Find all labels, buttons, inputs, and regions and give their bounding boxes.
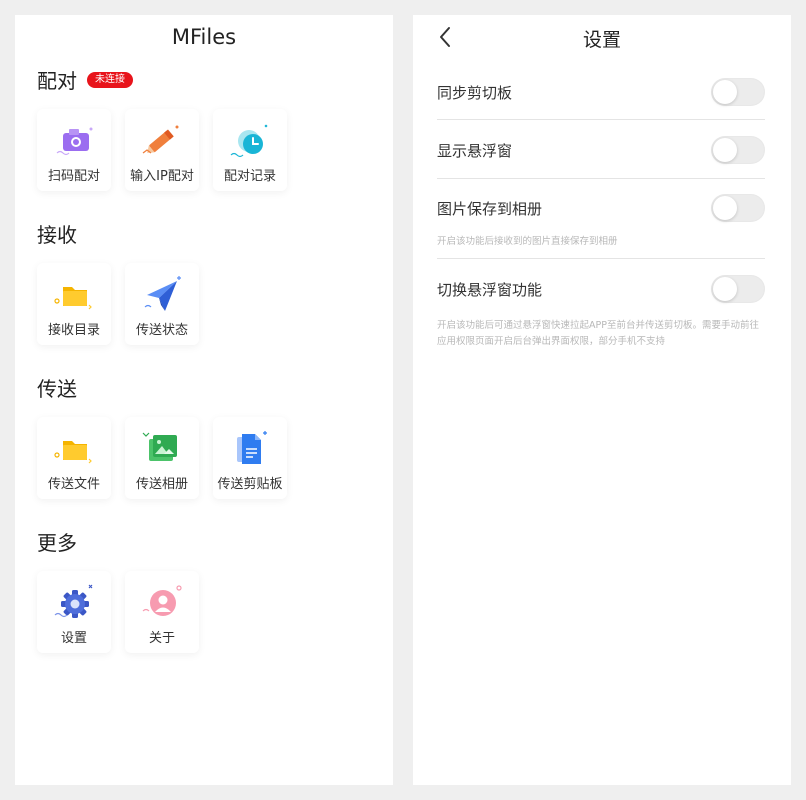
tile-send-album[interactable]: 传送相册 (125, 417, 199, 499)
user-icon (142, 585, 182, 616)
setting-row-save-to-album: 图片保存到相册 (437, 193, 765, 223)
tile-label: 配对记录 (223, 169, 276, 184)
section-more-header: 更多 (37, 527, 77, 556)
toggle-knob (713, 277, 737, 301)
section-title-send: 传送 (37, 377, 77, 401)
save-to-album-toggle[interactable] (711, 194, 765, 222)
tile-send-files[interactable]: 传送文件 (37, 417, 111, 499)
tile-settings[interactable]: 设置 (37, 571, 111, 653)
setting-description: 开启该功能后可通过悬浮窗快速拉起APP至前台并传送剪切板。需要手动前往应用权限页… (437, 320, 759, 347)
setting-row-switch-floating-window: 切换悬浮窗功能 (437, 274, 765, 304)
setting-label: 同步剪切板 (437, 84, 513, 102)
setting-label: 切换悬浮窗功能 (437, 281, 543, 299)
setting-description: 开启该功能后接收到的图片直接保存到相册 (437, 236, 618, 247)
section-pairing-header: 配对 未连接 (37, 65, 133, 94)
toggle-knob (713, 196, 737, 220)
divider (437, 258, 765, 259)
tile-transfer-status[interactable]: 传送状态 (125, 263, 199, 345)
tile-send-clipboard[interactable]: 传送剪贴板 (213, 417, 287, 499)
tile-label: 关于 (148, 631, 175, 646)
tile-label: 设置 (60, 631, 87, 646)
setting-label: 显示悬浮窗 (437, 142, 513, 160)
tile-label: 传送文件 (47, 477, 100, 492)
scan-camera-icon (56, 127, 93, 156)
tile-pairing-records[interactable]: 配对记录 (213, 109, 287, 191)
tile-label: 输入IP配对 (130, 169, 194, 184)
image-icon (142, 432, 177, 461)
toggle-knob (713, 80, 737, 104)
tile-ip-pairing[interactable]: 输入IP配对 (125, 109, 199, 191)
setting-row-floating-window: 显示悬浮窗 (437, 135, 765, 165)
divider (437, 178, 765, 179)
folder-icon (54, 441, 92, 464)
section-receive-header: 接收 (37, 219, 77, 248)
section-title-pairing: 配对 (37, 69, 77, 93)
setting-row-sync-clipboard: 同步剪切板 (437, 77, 765, 107)
section-title-receive: 接收 (37, 223, 77, 247)
app-title: MFiles (171, 25, 237, 49)
folder-icon (54, 287, 92, 310)
section-send-header: 传送 (37, 373, 77, 402)
floating-window-toggle[interactable] (711, 136, 765, 164)
toggle-knob (713, 138, 737, 162)
gear-icon (54, 584, 93, 618)
section-title-more: 更多 (37, 531, 77, 555)
sync-clipboard-toggle[interactable] (711, 78, 765, 106)
divider (437, 119, 765, 120)
settings-screen: 设置 同步剪切板 显示悬浮窗 图片保存到相册 开启该功能后接收到的图片直接保存到… (413, 15, 791, 785)
tile-label: 接收目录 (47, 323, 100, 338)
tile-label: 扫码配对 (47, 169, 100, 184)
document-icon (237, 431, 267, 464)
setting-label: 图片保存到相册 (437, 200, 543, 218)
tile-label: 传送状态 (135, 323, 188, 338)
connection-status-badge: 未连接 (87, 71, 133, 88)
clock-icon (230, 124, 268, 158)
home-screen: MFiles 配对 未连接 扫码配对 输入IP配对 配对记录 接收 接收目录 传… (15, 15, 393, 785)
tile-receive-directory[interactable]: 接收目录 (37, 263, 111, 345)
page-title: 设置 (582, 29, 621, 51)
tile-about[interactable]: 关于 (125, 571, 199, 653)
tile-scan-pairing[interactable]: 扫码配对 (37, 109, 111, 191)
switch-floating-window-toggle[interactable] (711, 275, 765, 303)
paper-plane-icon (144, 276, 181, 311)
tile-label: 传送相册 (135, 477, 188, 492)
pencil-icon (142, 125, 179, 154)
tile-label: 传送剪贴板 (217, 477, 283, 492)
